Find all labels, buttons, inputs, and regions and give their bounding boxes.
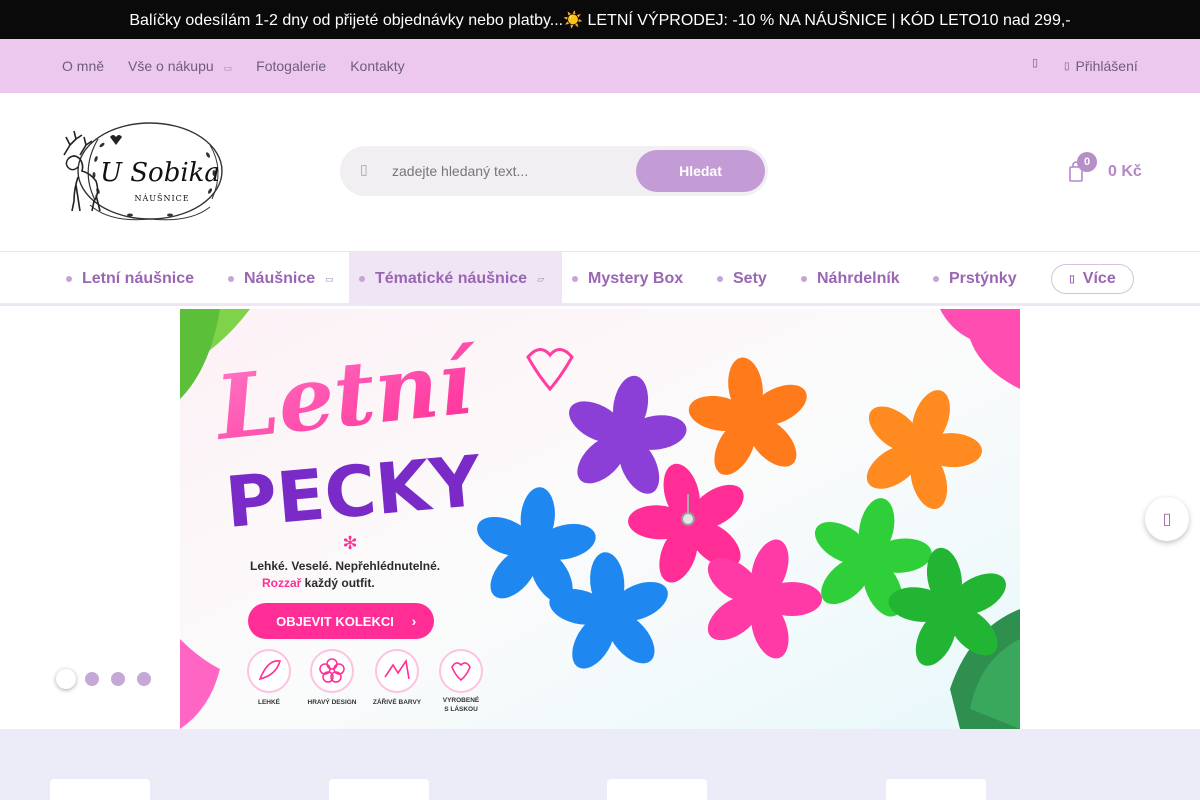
- banner-tagline2-rest: každý outfit.: [301, 576, 374, 590]
- nav-item-label: Náušnice: [244, 270, 316, 287]
- nav-item-mystery-box[interactable]: Mystery Box: [572, 252, 683, 306]
- bullet-dot: [572, 276, 578, 282]
- login-label: Přihlášení: [1075, 58, 1138, 74]
- carousel-dot-3[interactable]: [111, 672, 125, 686]
- banner-cta-label[interactable]: OBJEVIT KOLEKCI: [276, 614, 394, 629]
- nav-item-sets[interactable]: Sety: [717, 252, 767, 306]
- search-button-label: Hledat: [679, 163, 722, 179]
- menu-icon: ▯: [1069, 273, 1075, 285]
- nav-item-earrings[interactable]: Náušnice ▭: [228, 252, 334, 306]
- utility-link-contacts[interactable]: Kontakty: [350, 58, 404, 74]
- product-card[interactable]: [607, 779, 707, 800]
- nav-item-label: Sety: [733, 270, 767, 287]
- nav-item-label: Náhrdelník: [817, 270, 900, 287]
- search-icon: ▯: [360, 161, 368, 177]
- bullet-dot: [359, 276, 365, 282]
- more-menu-button[interactable]: ▯ Více: [1051, 264, 1134, 294]
- more-menu-label: Více: [1082, 270, 1116, 287]
- carousel-next-button[interactable]: ▯: [1145, 497, 1189, 541]
- carousel-dot-2[interactable]: [85, 672, 99, 686]
- svg-text:VYROBENÉ: VYROBENÉ: [443, 695, 480, 704]
- nav-item-rings[interactable]: Prstýnky: [933, 252, 1017, 306]
- utility-bar: O mně Vše o nákupu ▭ Fotogalerie Kontakty…: [0, 39, 1200, 93]
- announcement-bar: Balíčky odesílám 1-2 dny od přijeté obje…: [0, 0, 1200, 39]
- logo-title: U Sobika: [100, 158, 220, 188]
- product-card[interactable]: [50, 779, 150, 800]
- nav-item-label: Letní náušnice: [82, 270, 195, 287]
- bullet-dot: [933, 276, 939, 282]
- banner-tagline: Lehké. Veselé. Nepřehlédnutelné.: [250, 559, 440, 573]
- nav-item-label: Prstýnky: [949, 270, 1017, 287]
- logo-subtitle: NÁUŠNICE: [134, 194, 189, 203]
- cart-count-badge: 0: [1077, 152, 1097, 172]
- banner-image: Letní PECKY ✻ Lehké. Veselé. Nepřehlédnu…: [180, 309, 1020, 729]
- login-link[interactable]: ▯ Přihlášení: [1064, 39, 1138, 93]
- utility-link-about[interactable]: O mně: [62, 58, 104, 74]
- utility-link-shopping-info-label: Vše o nákupu: [128, 58, 214, 74]
- header: U Sobika NÁUŠNICE ▯ Hledat 0 0 Kč: [0, 93, 1200, 252]
- svg-text:HRAVÝ DESIGN: HRAVÝ DESIGN: [308, 697, 357, 706]
- chevron-down-icon: ▱: [537, 273, 544, 284]
- banner-tagline2-highlight: Rozzař: [262, 576, 302, 590]
- product-card[interactable]: [886, 779, 986, 800]
- nav-item-label: Tématické náušnice: [375, 270, 528, 287]
- utility-link-shopping-info[interactable]: Vše o nákupu ▭: [128, 58, 232, 74]
- carousel-dot-4[interactable]: [137, 672, 151, 686]
- product-card[interactable]: [329, 779, 429, 800]
- carousel-pagination: [56, 669, 163, 689]
- nav-item-themed-earrings[interactable]: Tématické náušnice ▱: [349, 252, 562, 306]
- star-icon: ✻: [342, 533, 357, 553]
- nav-item-necklace[interactable]: Náhrdelník: [801, 252, 900, 306]
- chevron-right-icon: ▯: [1162, 511, 1172, 528]
- cart-total: 0 Kč: [1108, 163, 1142, 180]
- chevron-down-icon: ▭: [325, 273, 334, 284]
- svg-text:S LÁSKOU: S LÁSKOU: [444, 704, 478, 713]
- hero-banner[interactable]: Letní PECKY ✻ Lehké. Veselé. Nepřehlédnu…: [180, 309, 1020, 729]
- lock-icon: ▯: [1064, 60, 1070, 72]
- svg-text:ZÁŘIVÉ BARVY: ZÁŘIVÉ BARVY: [373, 697, 422, 706]
- search-input[interactable]: [392, 159, 622, 183]
- bullet-dot: [228, 276, 234, 282]
- cart[interactable]: 0 0 Kč: [1068, 151, 1148, 191]
- logo[interactable]: U Sobika NÁUŠNICE: [50, 115, 226, 227]
- svg-text:LEHKÉ: LEHKÉ: [258, 697, 281, 706]
- nav-item-summer-earrings[interactable]: Letní náušnice: [66, 252, 194, 306]
- search-bar: ▯ Hledat: [340, 146, 768, 196]
- content-section: [0, 729, 1200, 800]
- feature-made-with-love: VYROBENÉ S LÁSKOU: [439, 649, 483, 713]
- search-button[interactable]: Hledat: [636, 150, 765, 192]
- hero-carousel: Letní PECKY ✻ Lehké. Veselé. Nepřehlédnu…: [0, 309, 1200, 729]
- bullet-dot: [717, 276, 723, 282]
- carousel-dot-1[interactable]: [56, 669, 76, 689]
- logo-image: U Sobika NÁUŠNICE: [63, 122, 223, 221]
- banner-tagline2: Rozzař každý outfit.: [262, 576, 375, 590]
- bullet-dot: [801, 276, 807, 282]
- chevron-down-icon: ▭: [223, 63, 233, 73]
- bullet-dot: [66, 276, 72, 282]
- category-nav: Letní náušnice Náušnice ▭ Tématické náuš…: [0, 252, 1200, 306]
- settings-icon[interactable]: ▯: [1032, 56, 1038, 69]
- utility-link-gallery[interactable]: Fotogalerie: [256, 58, 326, 74]
- utility-nav: O mně Vše o nákupu ▭ Fotogalerie Kontakty: [62, 39, 429, 93]
- nav-item-label: Mystery Box: [588, 270, 684, 287]
- announcement-text: Balíčky odesílám 1-2 dny od přijeté obje…: [129, 11, 1071, 29]
- chevron-right-icon: ›: [412, 613, 417, 629]
